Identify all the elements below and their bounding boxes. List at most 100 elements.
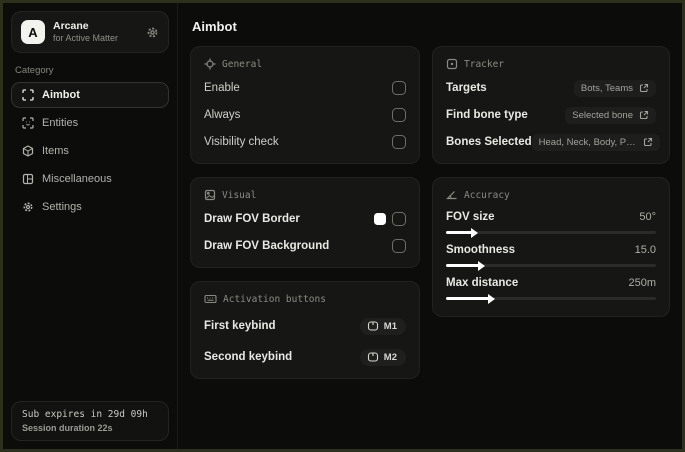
visibility-check-checkbox[interactable] — [392, 135, 406, 149]
sidebar-item-label: Entities — [42, 117, 79, 130]
dropdown-value: Selected bone — [572, 109, 633, 121]
fov-border-color-swatch[interactable] — [374, 213, 386, 225]
first-keybind-button[interactable]: M1 — [359, 317, 406, 335]
bones-selected-dropdown[interactable]: Head, Neck, Body, Pe.. — [531, 133, 660, 151]
main-content: Aimbot General Enable Always Visibility … — [178, 3, 682, 449]
smoothness-setting: Smoothness 15.0 — [446, 244, 656, 271]
find-bone-type-dropdown[interactable]: Selected bone — [565, 106, 656, 124]
category-label: Category — [15, 65, 54, 77]
setting-label: Max distance — [446, 277, 519, 289]
setting-row: Bones Selected Head, Neck, Body, Pe.. — [446, 133, 660, 151]
sidebar-item-miscellaneous[interactable]: Miscellaneous — [11, 166, 169, 192]
fov-size-slider[interactable] — [446, 227, 656, 238]
app-window: A Arcane for Active Matter Category Aimb… — [0, 0, 685, 452]
draw-fov-border-checkbox[interactable] — [392, 212, 406, 226]
crosshair-icon — [204, 58, 216, 70]
sidebar-item-items[interactable]: Items — [11, 138, 169, 164]
slider-fill — [446, 227, 479, 238]
setting-label: Draw FOV Background — [204, 240, 330, 252]
sub-expiry-text: Sub expires in 29d 09h — [22, 409, 148, 420]
dropdown-value: Bots, Teams — [580, 82, 633, 94]
sidebar-item-label: Miscellaneous — [42, 173, 112, 186]
mouse-icon — [367, 352, 379, 362]
setting-row: Always — [204, 106, 406, 124]
card-title: Tracker — [464, 58, 505, 70]
accuracy-card: Accuracy FOV size 50° Smoothness 15.0 Ma… — [432, 177, 670, 317]
sidebar-item-settings[interactable]: Settings — [11, 194, 169, 220]
brand-card: A Arcane for Active Matter — [11, 11, 169, 54]
setting-row: Enable — [204, 79, 406, 97]
smoothness-slider[interactable] — [446, 260, 656, 271]
sidebar-item-label: Items — [42, 145, 69, 158]
max-distance-slider[interactable] — [446, 293, 656, 304]
subscription-info-card: Sub expires in 29d 09h Session duration … — [11, 401, 169, 441]
targets-dropdown[interactable]: Bots, Teams — [573, 79, 656, 97]
slider-fill — [446, 260, 485, 271]
session-duration-text: Session duration 22s — [22, 423, 113, 433]
brand-subtitle: for Active Matter — [53, 33, 119, 44]
mouse-icon — [367, 321, 379, 331]
activation-card-header: Activation buttons — [204, 293, 406, 305]
setting-value: 250m — [628, 277, 656, 289]
sidebar-item-aimbot[interactable]: Aimbot — [11, 82, 169, 109]
always-checkbox[interactable] — [392, 108, 406, 122]
gear-icon[interactable] — [146, 26, 159, 39]
visual-card: Visual Draw FOV Border Draw FOV Backgrou… — [190, 177, 420, 268]
card-title: Accuracy — [464, 189, 510, 201]
setting-label: Always — [204, 109, 241, 121]
slider-thumb[interactable] — [477, 260, 485, 271]
tracker-icon — [446, 58, 458, 70]
card-title: Visual — [222, 189, 257, 201]
sidebar-item-label: Aimbot — [42, 89, 80, 102]
gear-icon — [21, 201, 34, 213]
brand-text: Arcane for Active Matter — [53, 20, 138, 44]
brand-logo: A — [21, 20, 45, 45]
setting-label: Visibility check — [204, 136, 279, 148]
setting-label: Smoothness — [446, 244, 516, 256]
setting-label: Second keybind — [204, 351, 293, 363]
brand-name: Arcane — [53, 20, 89, 32]
enable-checkbox[interactable] — [392, 81, 406, 95]
draw-fov-background-checkbox[interactable] — [392, 239, 406, 253]
expand-icon — [639, 110, 649, 120]
setting-label: Targets — [446, 82, 487, 94]
setting-value: 50° — [639, 211, 656, 223]
tracker-card: Tracker Targets Bots, Teams Find bone ty… — [432, 46, 670, 164]
slider-thumb[interactable] — [488, 293, 496, 304]
tracker-card-header: Tracker — [446, 58, 656, 70]
setting-label: Find bone type — [446, 109, 528, 121]
scan-frame-icon — [21, 89, 34, 102]
panels-icon — [21, 173, 34, 185]
setting-row: Draw FOV Border — [204, 210, 406, 228]
keybind-value: M2 — [383, 351, 397, 363]
angle-icon — [446, 189, 458, 201]
second-keybind-button[interactable]: M2 — [359, 348, 406, 366]
max-distance-setting: Max distance 250m — [446, 277, 656, 304]
card-title: General — [222, 58, 263, 70]
setting-label: FOV size — [446, 211, 495, 223]
setting-row: First keybind M1 — [204, 317, 406, 335]
visual-card-header: Visual — [204, 189, 406, 201]
page-title: Aimbot — [192, 19, 237, 34]
setting-label: First keybind — [204, 320, 276, 332]
category-nav: Aimbot Entities Items Miscellaneous Sett… — [11, 82, 169, 220]
entity-scan-icon — [21, 117, 34, 129]
general-card-header: General — [204, 58, 406, 70]
sidebar: A Arcane for Active Matter Category Aimb… — [3, 3, 178, 449]
setting-row: Second keybind M2 — [204, 348, 406, 366]
cube-icon — [21, 145, 34, 158]
setting-label: Draw FOV Border — [204, 213, 300, 225]
setting-label: Enable — [204, 82, 240, 94]
accuracy-card-header: Accuracy — [446, 189, 656, 201]
sidebar-item-label: Settings — [42, 201, 82, 214]
card-title: Activation buttons — [223, 293, 326, 305]
fov-size-setting: FOV size 50° — [446, 211, 656, 238]
expand-icon — [639, 83, 649, 93]
setting-row: Visibility check — [204, 133, 406, 151]
setting-label: Bones Selected — [446, 136, 532, 148]
keybind-value: M1 — [383, 320, 397, 332]
slider-thumb[interactable] — [471, 227, 479, 238]
slider-fill — [446, 293, 496, 304]
setting-row: Draw FOV Background — [204, 237, 406, 255]
sidebar-item-entities[interactable]: Entities — [11, 110, 169, 136]
